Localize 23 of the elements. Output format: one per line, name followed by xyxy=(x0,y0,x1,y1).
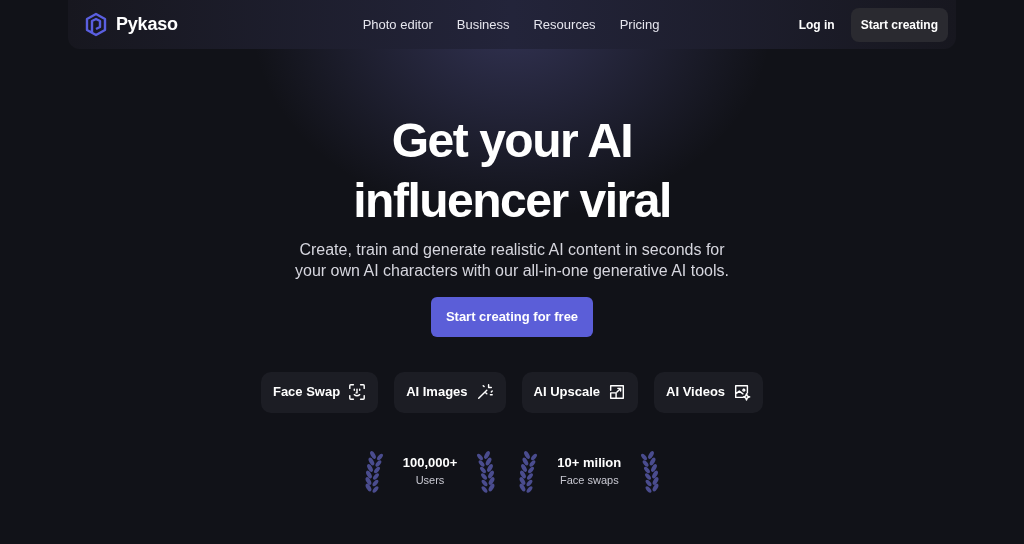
stat-value: 10+ milion xyxy=(557,453,622,472)
hero-subtitle: Create, train and generate realistic AI content in seconds for your own AI characters with our all-in-one generative AI tools. xyxy=(294,240,730,281)
feature-button[interactable]: Face Swap xyxy=(260,371,379,413)
nav-link[interactable]: Business xyxy=(456,14,510,35)
nav-link[interactable]: Resources xyxy=(533,14,596,35)
feature-button[interactable]: AI Upscale xyxy=(521,371,639,413)
brand-name: Pykaso xyxy=(116,13,178,36)
stat-label: Face swaps xyxy=(558,473,620,488)
stat-value: 100,000+ xyxy=(402,453,458,472)
start-creating-button[interactable]: Start creating xyxy=(850,7,948,42)
image-sparkle-icon xyxy=(733,383,752,401)
face-scan-icon xyxy=(348,383,367,401)
login-link[interactable]: Log in xyxy=(798,15,835,34)
feature-button[interactable]: AI Videos xyxy=(654,371,764,413)
logo-icon xyxy=(84,11,108,38)
start-free-button[interactable]: Start creating for free xyxy=(430,297,594,337)
nav-link[interactable]: Photo editor xyxy=(362,14,433,35)
stat-label: Users xyxy=(414,473,446,488)
hero-title: Get your AI influencer viral xyxy=(352,113,672,229)
nav-link[interactable]: Pricing xyxy=(619,14,660,35)
magic-wand-icon xyxy=(475,383,494,401)
resize-icon xyxy=(608,383,627,401)
feature-button[interactable]: AI Images xyxy=(394,371,506,413)
